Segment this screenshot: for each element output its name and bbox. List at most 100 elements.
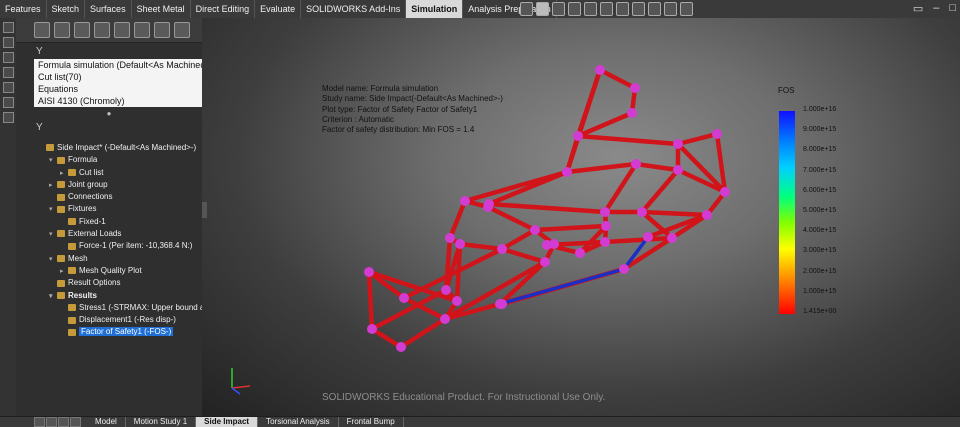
plot-info-line: Criterion : Automatic — [322, 114, 395, 124]
study-tree-filter[interactable]: Y — [16, 119, 202, 135]
feature-tree-item[interactable]: Formula simulation (Default<As Machined> — [34, 59, 212, 71]
task-pane-strip — [0, 18, 16, 418]
study-tree-item[interactable]: Displacement1 (-Res disp-) — [16, 314, 202, 326]
appearance-icon[interactable] — [680, 2, 693, 16]
frame-node — [627, 108, 637, 118]
config-manager-icon[interactable] — [74, 22, 90, 38]
frame-node — [601, 221, 611, 231]
tree-node-icon — [57, 291, 65, 299]
property-manager-icon[interactable] — [54, 22, 70, 38]
tree-node-icon — [68, 267, 76, 275]
view-orientation-icon[interactable] — [632, 2, 645, 16]
tab-sheet-metal[interactable]: Sheet Metal — [132, 0, 191, 18]
pan-icon[interactable] — [568, 2, 581, 16]
minimize-icon[interactable]: – — [933, 2, 939, 15]
frame-member — [639, 209, 710, 218]
simulation-icon[interactable] — [154, 22, 170, 38]
feature-tree: Formula simulation (Default<As Machined>… — [34, 59, 212, 107]
graphics-area[interactable]: Model name: Formula simulation Study name… — [202, 18, 960, 416]
study-tree-item[interactable]: ▾ Formula — [16, 154, 202, 166]
dimxpert-icon[interactable] — [94, 22, 110, 38]
feature-tree-icon[interactable] — [34, 22, 50, 38]
study-tree-item[interactable]: ▸ Mesh Quality Plot — [16, 265, 202, 277]
study-tree-item[interactable]: ▾ External Loads — [16, 228, 202, 240]
tab-features[interactable]: Features — [0, 0, 47, 18]
legend-title: FOS — [778, 86, 795, 95]
restore-icon[interactable]: ▭ — [913, 2, 923, 15]
tree-node-icon — [57, 279, 65, 287]
select-icon[interactable] — [536, 2, 549, 16]
strip-icon[interactable] — [3, 67, 14, 78]
feature-tree-item[interactable]: Cut list(70) — [34, 71, 212, 83]
strip-icon[interactable] — [3, 22, 14, 33]
study-tree-item[interactable]: Connections — [16, 191, 202, 203]
tab-solidworks-add-ins[interactable]: SOLIDWORKS Add-Ins — [301, 0, 407, 18]
study-tree-item[interactable]: Result Options — [16, 277, 202, 289]
plot-info-line: Study name: Side Impact(-Default<As Mach… — [322, 94, 503, 104]
study-tree-item[interactable]: ▾ Mesh — [16, 253, 202, 265]
frame-member — [499, 227, 538, 252]
tab-surfaces[interactable]: Surfaces — [85, 0, 132, 18]
tree-node-icon — [57, 230, 65, 238]
tree-filter[interactable]: Y — [16, 43, 202, 59]
frame-node — [540, 257, 550, 267]
section-view-icon[interactable] — [616, 2, 629, 16]
legend-label: 1.000e+15 — [803, 287, 837, 295]
study-tree-item[interactable]: ▸ Cut list — [16, 167, 202, 179]
study-tree-item-label: External Loads — [68, 229, 122, 239]
study-tree-item[interactable]: Force-1 (Per item: -10,368.4 N:) — [16, 240, 202, 252]
frame-member — [602, 235, 675, 245]
tree-node-icon — [68, 328, 76, 336]
display-style-icon[interactable] — [648, 2, 661, 16]
study-tree-item[interactable]: ▾ Fixtures — [16, 203, 202, 215]
frame-member — [675, 167, 728, 195]
cam-icon[interactable] — [134, 22, 150, 38]
plot-info-line: Model name: Formula simulation — [322, 84, 439, 93]
frame-node — [600, 207, 610, 217]
frame-node — [497, 244, 507, 254]
frame-node — [562, 167, 572, 177]
study-tree-item[interactable]: ▸ Joint group — [16, 179, 202, 191]
previous-view-icon[interactable] — [600, 2, 613, 16]
study-tree-item-label: Joint group — [68, 179, 108, 189]
strip-icon[interactable] — [3, 112, 14, 123]
strip-icon[interactable] — [3, 37, 14, 48]
zoom-fit-icon[interactable] — [520, 2, 533, 16]
study-tree-item[interactable]: Stress1 (-STRMAX: Upper bound axial a — [16, 302, 223, 314]
study-tabs-bar: Model Motion Study 1 Side Impact Torsional … — [0, 416, 960, 427]
frame-member — [602, 161, 639, 215]
study-tree-item-label: Formula — [68, 155, 98, 165]
legend-label: 9.000e+15 — [803, 126, 837, 134]
display-manager-icon[interactable] — [114, 22, 130, 38]
more-icon[interactable] — [174, 22, 190, 38]
frame-member — [369, 326, 404, 350]
strip-icon[interactable] — [3, 52, 14, 63]
strip-icon[interactable] — [3, 97, 14, 108]
rotate-icon[interactable] — [552, 2, 565, 16]
hide-show-icon[interactable] — [664, 2, 677, 16]
study-tree-item[interactable]: Side Impact* (-Default<As Machined>-) — [16, 142, 202, 154]
maximize-icon[interactable]: □ — [949, 2, 956, 15]
study-tree-item[interactable]: Factor of Safety1 (-FOS-) — [16, 326, 202, 338]
tree-node-icon — [57, 193, 65, 201]
strip-icon[interactable] — [3, 82, 14, 93]
study-tree-item[interactable]: ▾ Results — [16, 290, 202, 302]
feature-tree-item[interactable]: Equations — [34, 83, 212, 95]
frame-node — [441, 285, 451, 295]
tab-direct-editing[interactable]: Direct Editing — [191, 0, 256, 18]
feature-tree-item[interactable]: AISI 4130 (Chromoly) — [34, 95, 212, 107]
frame-member — [675, 131, 720, 147]
tab-simulation[interactable]: Simulation — [406, 0, 464, 18]
panel-splitter[interactable]: ● — [16, 107, 202, 119]
frame-node — [575, 248, 585, 258]
tab-evaluate[interactable]: Evaluate — [255, 0, 302, 18]
study-tree-item-label: Cut list — [79, 167, 104, 177]
study-tree-item-label: Connections — [68, 192, 113, 202]
watermark: SOLIDWORKS Educational Product. For Inst… — [322, 392, 606, 403]
frame-node — [631, 159, 641, 169]
study-tree-item[interactable]: Fixed-1 — [16, 216, 202, 228]
zoom-area-icon[interactable] — [584, 2, 597, 16]
frame-node — [364, 267, 374, 277]
tree-node-icon — [68, 316, 76, 324]
tab-sketch[interactable]: Sketch — [47, 0, 86, 18]
